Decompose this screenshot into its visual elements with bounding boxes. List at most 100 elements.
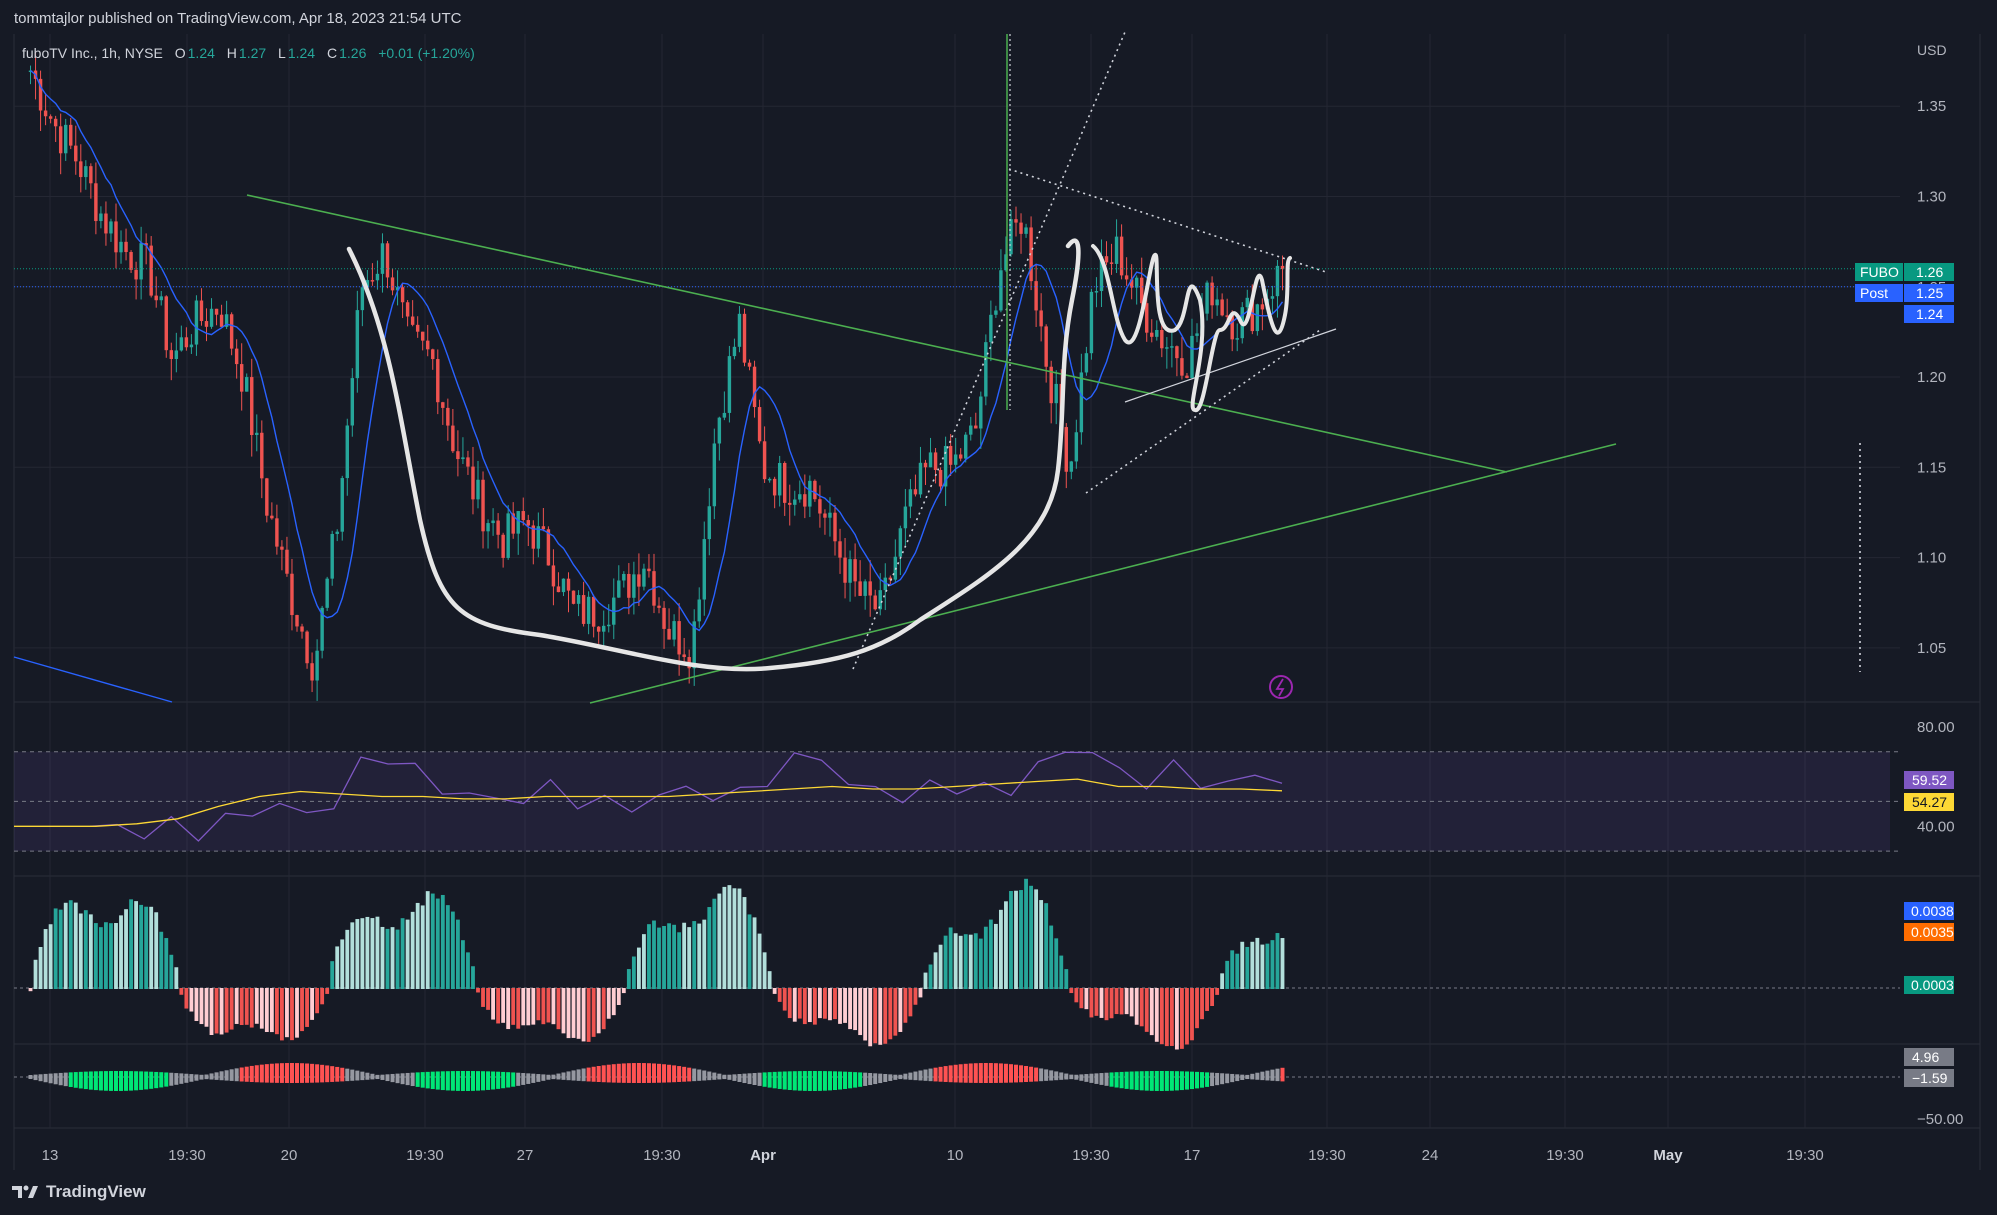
histogram-bar xyxy=(506,988,511,1030)
oscillator-bar xyxy=(259,1064,264,1083)
candle xyxy=(566,578,571,591)
oscillator-bar xyxy=(294,1063,300,1083)
oscillator-bar xyxy=(878,1073,883,1084)
oscillator-bar xyxy=(1064,1073,1069,1080)
histogram-bar xyxy=(898,988,903,1032)
oscillator-bar xyxy=(531,1073,536,1083)
candle xyxy=(732,346,737,357)
oscillator-bar xyxy=(677,1066,682,1082)
oscillator-bar xyxy=(757,1072,762,1086)
histogram-bar xyxy=(154,912,159,989)
histogram-bar xyxy=(1139,988,1144,1027)
oscillator-bar xyxy=(712,1072,717,1080)
candle xyxy=(74,145,78,162)
histogram-bar xyxy=(350,922,355,989)
histogram-bar xyxy=(1164,988,1169,1047)
histogram-bar xyxy=(1104,988,1109,1021)
histogram-bar xyxy=(511,988,516,1025)
histogram-bar xyxy=(269,988,274,1033)
histogram-bar xyxy=(878,988,883,1045)
oscillator-bar xyxy=(807,1071,812,1091)
histogram-bar xyxy=(1260,944,1265,989)
histogram-bar xyxy=(983,926,988,989)
oscillator-bar xyxy=(481,1071,486,1091)
candle xyxy=(1145,303,1149,333)
oscillator-bar xyxy=(310,1063,315,1083)
candle xyxy=(783,463,787,503)
oscillator-bar xyxy=(214,1072,219,1080)
chart-canvas[interactable]: 13 19:30 20 19:30 27 19:30 Apr 10 19:30 17 19:30 24… xyxy=(0,0,1997,1215)
oscillator-bar xyxy=(430,1071,435,1090)
candle xyxy=(938,469,943,487)
tradingview-logo[interactable]: TradingView xyxy=(12,1182,146,1202)
histogram-bar xyxy=(1044,903,1049,989)
oscillator-bar xyxy=(1174,1071,1179,1091)
y-tick-label: 1.30 xyxy=(1917,188,1946,205)
histogram-bar xyxy=(707,907,712,989)
oscillator-bar xyxy=(953,1064,958,1083)
histogram-bar xyxy=(978,938,983,989)
histogram-bar xyxy=(521,988,526,1026)
candle xyxy=(456,451,460,460)
oscillator-bar xyxy=(1109,1072,1114,1087)
x-tick-label: 24 xyxy=(1422,1147,1439,1164)
candle xyxy=(561,578,566,593)
candle xyxy=(1260,304,1265,310)
histogram-bar xyxy=(928,964,933,989)
histogram-bar xyxy=(410,911,415,989)
candle xyxy=(250,377,254,436)
oscillator-bar xyxy=(993,1063,998,1083)
oscillator-bar xyxy=(1124,1071,1129,1089)
histogram-bar xyxy=(1089,988,1094,1018)
histogram-bar xyxy=(114,923,118,989)
histogram-bar xyxy=(606,988,611,1019)
candle xyxy=(591,596,596,627)
oscillator-bar xyxy=(204,1074,209,1080)
oscillator-bar xyxy=(822,1071,827,1091)
histogram-bar xyxy=(149,906,154,989)
histogram-bar xyxy=(325,988,330,994)
candle xyxy=(234,348,239,365)
candle xyxy=(275,518,279,547)
histogram-bar xyxy=(636,947,641,989)
histogram-bar xyxy=(129,899,133,989)
candle xyxy=(808,480,812,507)
legend-close: 1.26 xyxy=(339,45,367,61)
candle xyxy=(496,520,500,535)
candle xyxy=(979,396,983,429)
oscillator-bar xyxy=(968,1063,973,1083)
histogram-bar xyxy=(174,967,179,989)
oscillator-bar xyxy=(1260,1071,1265,1081)
histogram-bar xyxy=(48,924,53,989)
oscillator-bar xyxy=(1235,1074,1240,1082)
oscillator-bar xyxy=(370,1073,375,1080)
histogram-bar xyxy=(1049,925,1054,989)
candle xyxy=(194,300,199,345)
histogram-bar xyxy=(672,924,677,989)
histogram-bar xyxy=(1240,941,1245,989)
histogram-bar xyxy=(536,988,541,1021)
oscillator-bar xyxy=(657,1063,662,1083)
candle xyxy=(793,499,797,505)
histogram-bar xyxy=(767,971,772,989)
histogram-bar xyxy=(224,988,229,1033)
x-tick-label: 27 xyxy=(517,1147,534,1164)
oscillator-bar xyxy=(903,1073,908,1080)
macd-tag-value: 0.0035 xyxy=(1911,924,1954,940)
candle xyxy=(1245,297,1250,308)
candle xyxy=(1215,299,1219,306)
histogram-bar xyxy=(576,988,581,1039)
candle xyxy=(1014,219,1018,223)
candle xyxy=(1084,353,1089,373)
oscillator-bar xyxy=(279,1063,284,1083)
histogram-bar xyxy=(1029,885,1033,989)
legend-symbol: fuboTV Inc., 1h, NYSE xyxy=(22,45,163,61)
oscillator-bar xyxy=(134,1071,139,1091)
oscillator-bar xyxy=(1029,1066,1034,1082)
histogram-bar xyxy=(812,988,817,1025)
oscillator-bar xyxy=(179,1073,184,1084)
candle xyxy=(908,489,913,507)
candle xyxy=(958,454,963,459)
x-tick-label: 19:30 xyxy=(168,1147,206,1164)
histogram-bar xyxy=(264,988,269,1032)
